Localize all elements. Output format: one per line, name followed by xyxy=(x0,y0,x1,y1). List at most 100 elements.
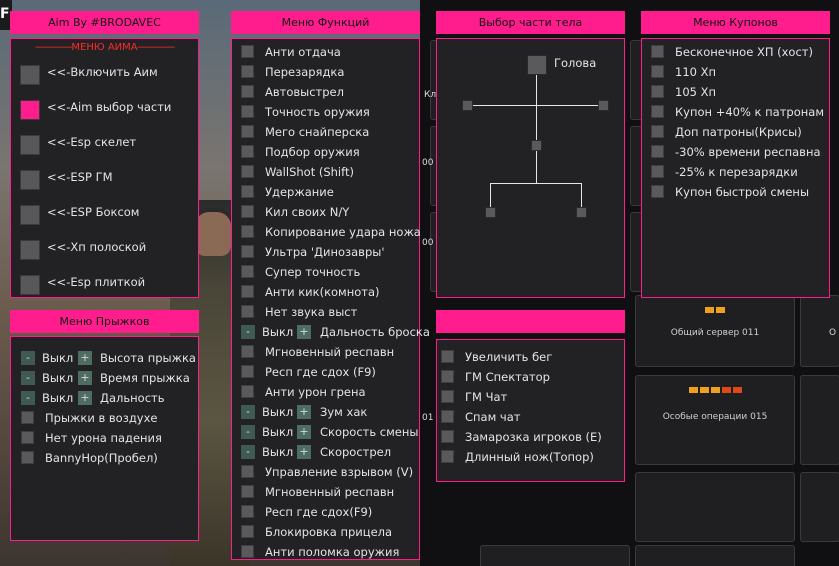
server-tile[interactable] xyxy=(635,545,795,566)
function-state: Выкл xyxy=(262,325,294,339)
function-checkbox[interactable] xyxy=(241,365,254,378)
function-checkbox[interactable] xyxy=(241,45,254,58)
aim-panel-subtitle: --------------МЕНЮ АИМА-------------- xyxy=(34,42,175,53)
function-state: Выкл xyxy=(262,405,294,419)
functions-panel-title[interactable]: Меню Функций xyxy=(231,11,420,34)
hp-bar-checkbox[interactable] xyxy=(20,240,40,260)
esp-skeleton-label: <<-Esp скелет xyxy=(47,135,137,149)
gm-spectator-checkbox[interactable] xyxy=(441,370,454,383)
coupon-checkbox[interactable] xyxy=(651,45,664,58)
jump-time-label: Время прыжка xyxy=(100,371,190,385)
function-checkbox[interactable] xyxy=(241,285,254,298)
function-checkbox[interactable] xyxy=(241,245,254,258)
function-checkbox[interactable] xyxy=(241,465,254,478)
jump-range-label: Дальность xyxy=(100,391,165,405)
speed-run-checkbox[interactable] xyxy=(441,350,454,363)
server-tile-general[interactable]: Общий сервер 011 xyxy=(635,295,795,367)
aim-toggle-label: <<-Включить Аим xyxy=(47,65,158,79)
body-panel-title[interactable]: Выбор части тела xyxy=(436,11,625,34)
function-checkbox[interactable] xyxy=(241,145,254,158)
function-checkbox[interactable] xyxy=(241,505,254,518)
aim-part-checkbox[interactable] xyxy=(20,100,40,120)
function-state: Выкл xyxy=(262,425,294,439)
gm-chat-checkbox[interactable] xyxy=(441,390,454,403)
function-checkbox[interactable] xyxy=(241,525,254,538)
function-label: Подбор оружия xyxy=(265,145,360,159)
extra-panel-title[interactable] xyxy=(436,310,625,333)
function-checkbox[interactable] xyxy=(241,545,254,558)
coupon-checkbox[interactable] xyxy=(651,65,664,78)
function-checkbox[interactable] xyxy=(241,185,254,198)
coupon-checkbox[interactable] xyxy=(651,185,664,198)
server-tile[interactable] xyxy=(800,375,839,465)
long-knife-checkbox[interactable] xyxy=(441,450,454,463)
left-leg-target-checkbox[interactable] xyxy=(485,207,496,218)
esp-box-checkbox[interactable] xyxy=(20,205,40,225)
speed-run-label: Увеличить бег xyxy=(465,350,553,364)
head-target-checkbox[interactable] xyxy=(527,55,547,75)
jump-range-plus-button[interactable]: + xyxy=(78,391,92,405)
jump-time-minus-button[interactable]: - xyxy=(21,371,35,385)
esp-gm-checkbox[interactable] xyxy=(20,170,40,190)
function-checkbox[interactable] xyxy=(241,125,254,138)
function-checkbox[interactable] xyxy=(241,305,254,318)
no-fall-damage-checkbox[interactable] xyxy=(21,431,34,444)
function-checkbox[interactable] xyxy=(241,265,254,278)
coupon-label: Бесконечное ХП (хост) xyxy=(675,45,813,59)
function-minus-button[interactable]: - xyxy=(241,405,255,419)
right-arm-target-checkbox[interactable] xyxy=(598,100,609,111)
aim-panel-title[interactable]: Aim By #BRODAVEC xyxy=(10,11,199,34)
esp-tile-checkbox[interactable] xyxy=(20,275,40,295)
function-plus-button[interactable]: + xyxy=(297,425,311,439)
function-checkbox[interactable] xyxy=(241,165,254,178)
jump-range-minus-button[interactable]: - xyxy=(21,391,35,405)
function-checkbox[interactable] xyxy=(241,385,254,398)
bunnyhop-checkbox[interactable] xyxy=(21,451,34,464)
freeze-players-label: Замарозка игроков (E) xyxy=(465,430,602,444)
function-label: Анти отдача xyxy=(265,45,341,59)
aim-panel: --------------МЕНЮ АИМА-------------- <<… xyxy=(10,38,199,298)
server-tile-special[interactable]: Особые операции 015 xyxy=(635,375,795,465)
coupon-checkbox[interactable] xyxy=(651,105,664,118)
jump-height-plus-button[interactable]: + xyxy=(78,351,92,365)
jump-panel-title[interactable]: Меню Прыжков xyxy=(10,310,199,333)
air-jump-checkbox[interactable] xyxy=(21,411,34,424)
bg-fragment: Кл xyxy=(424,90,437,100)
function-checkbox[interactable] xyxy=(241,205,254,218)
left-arm-target-checkbox[interactable] xyxy=(462,100,473,111)
right-leg-target-checkbox[interactable] xyxy=(576,207,587,218)
spam-chat-checkbox[interactable] xyxy=(441,410,454,423)
server-tile[interactable] xyxy=(800,472,839,542)
function-checkbox[interactable] xyxy=(241,225,254,238)
function-checkbox[interactable] xyxy=(241,485,254,498)
function-checkbox[interactable] xyxy=(241,345,254,358)
jump-time-plus-button[interactable]: + xyxy=(78,371,92,385)
function-minus-button[interactable]: - xyxy=(241,425,255,439)
esp-tile-label: <<-Esp плиткой xyxy=(47,275,146,289)
air-jump-label: Прыжки в воздухе xyxy=(45,411,158,425)
coupon-checkbox[interactable] xyxy=(651,125,664,138)
coupon-checkbox[interactable] xyxy=(651,165,664,178)
coupon-panel-title[interactable]: Меню Купонов xyxy=(641,11,830,34)
function-label: Скорость смены xyxy=(320,425,419,439)
function-minus-button[interactable]: - xyxy=(241,445,255,459)
coupon-checkbox[interactable] xyxy=(651,145,664,158)
function-label: Дальность броска xyxy=(320,325,430,339)
function-plus-button[interactable]: + xyxy=(297,325,311,339)
function-checkbox[interactable] xyxy=(241,65,254,78)
function-minus-button[interactable]: - xyxy=(241,325,255,339)
coupon-label: Купон быстрой смены xyxy=(675,185,810,199)
function-plus-button[interactable]: + xyxy=(297,405,311,419)
torso-target-checkbox[interactable] xyxy=(531,140,542,151)
function-label: Кил своих N/Y xyxy=(265,205,350,219)
function-checkbox[interactable] xyxy=(241,85,254,98)
server-tile[interactable] xyxy=(635,472,795,542)
aim-toggle-checkbox[interactable] xyxy=(20,65,40,85)
coupon-checkbox[interactable] xyxy=(651,85,664,98)
server-tile[interactable] xyxy=(480,545,630,566)
esp-skeleton-checkbox[interactable] xyxy=(20,135,40,155)
jump-height-minus-button[interactable]: - xyxy=(21,351,35,365)
function-checkbox[interactable] xyxy=(241,105,254,118)
freeze-players-checkbox[interactable] xyxy=(441,430,454,443)
function-plus-button[interactable]: + xyxy=(297,445,311,459)
